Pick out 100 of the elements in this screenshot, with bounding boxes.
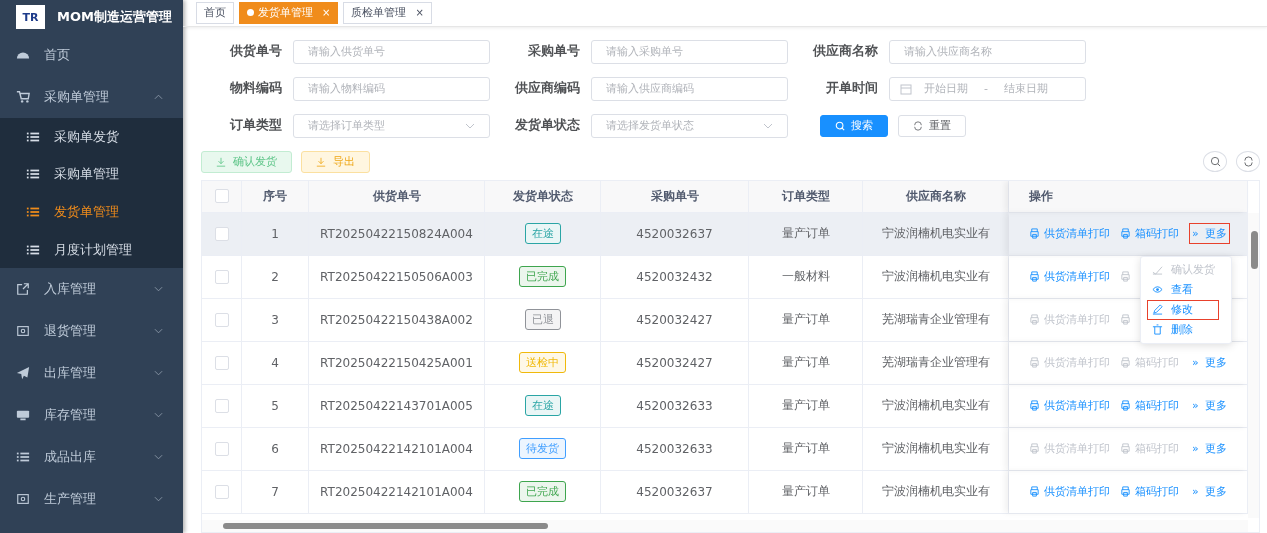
printer-icon xyxy=(1120,400,1131,412)
external-link-icon xyxy=(16,282,30,297)
scrollbar[interactable] xyxy=(202,520,1248,532)
more-link[interactable]: » 更多 xyxy=(1189,481,1230,503)
scrollbar-thumb[interactable] xyxy=(223,523,548,529)
check-icon xyxy=(1152,264,1163,276)
action-link[interactable]: 供货清单打印 xyxy=(1029,398,1110,414)
close-icon[interactable]: × xyxy=(415,7,424,19)
checkbox[interactable] xyxy=(214,355,229,370)
more-link[interactable]: » 更多 xyxy=(1189,438,1230,460)
checkbox[interactable] xyxy=(214,441,229,456)
input-field[interactable]: 请输入供货单号 xyxy=(293,39,490,64)
status-tag: 在途 xyxy=(524,395,561,417)
table-cell: RT20250422142101A004 xyxy=(320,484,473,499)
table-cell: RT20250422150506A003 xyxy=(320,269,473,284)
printer-icon xyxy=(1029,443,1040,455)
submenu-item[interactable]: 发货单管理 xyxy=(0,193,183,231)
table-cell: RT20250422150824A004 xyxy=(320,226,473,241)
more-link[interactable]: » 更多 xyxy=(1189,395,1230,417)
tab[interactable]: 首页 xyxy=(196,1,234,24)
input-field[interactable]: 请输入采购单号 xyxy=(591,39,788,64)
calendar-icon xyxy=(900,82,912,95)
double-chevron-icon: » xyxy=(1192,227,1199,241)
toolbar-button[interactable]: 确认发货 xyxy=(201,150,292,173)
action-link[interactable]: 箱码打印 xyxy=(1120,484,1179,500)
reset-button[interactable]: 重置 xyxy=(898,114,966,137)
input-field[interactable]: 请输入供应商名称 xyxy=(889,39,1086,64)
input-field[interactable]: 请输入供应商编码 xyxy=(591,76,788,101)
action-link[interactable]: 供货清单打印 xyxy=(1029,484,1110,500)
select-field[interactable]: 请选择订单类型 xyxy=(293,113,490,138)
menu-item[interactable]: 修改 xyxy=(1147,299,1219,320)
action-link[interactable]: 箱码打印 xyxy=(1120,226,1179,242)
more-link[interactable]: » 更多 xyxy=(1189,223,1230,245)
scrollbar[interactable] xyxy=(1248,212,1259,518)
table-row[interactable]: 5 RT20250422143701A005 在途 4520032633 量产订单 宁波润楠机电实业有 供货清单打印 箱码打印 » 更多 xyxy=(202,384,1248,428)
refresh-icon xyxy=(913,120,923,131)
cart-icon xyxy=(16,90,30,104)
select-field[interactable]: 请选择发货单状态 xyxy=(591,113,788,138)
checkbox[interactable] xyxy=(214,484,229,499)
box-icon xyxy=(16,492,30,507)
submenu-item[interactable]: 月度计划管理 xyxy=(0,230,183,269)
action-link[interactable]: 箱码打印 xyxy=(1120,398,1179,414)
date-range-field[interactable]: 开始日期 - 结束日期 xyxy=(889,76,1086,101)
menu-item[interactable]: 生产管理 xyxy=(0,478,183,521)
double-chevron-icon: » xyxy=(1192,442,1199,456)
action-link[interactable]: 供货清单打印 xyxy=(1029,269,1110,285)
eye-icon xyxy=(1152,284,1163,296)
status-tag: 已完成 xyxy=(519,481,566,503)
status-tag: 送检中 xyxy=(519,352,566,374)
menu-item[interactable]: 采购单管理 xyxy=(0,76,183,118)
table-cell: 1 xyxy=(271,226,279,241)
menu-item[interactable]: 首页 xyxy=(0,34,183,76)
menu-item[interactable]: 退货管理 xyxy=(0,310,183,353)
table-cell: 4520032427 xyxy=(636,312,713,327)
table-row[interactable]: 1 RT20250422150824A004 在途 4520032637 量产订单 宁波润楠机电实业有 供货清单打印 箱码打印 » 更多 xyxy=(202,212,1248,256)
search-button[interactable]: 搜索 xyxy=(820,114,888,137)
field-label: 开单时间 xyxy=(825,80,878,98)
menu-item[interactable]: 成品出库 xyxy=(0,436,183,479)
printer-icon xyxy=(1029,271,1040,283)
column-header: 发货单状态 xyxy=(512,187,573,205)
search-button[interactable] xyxy=(1203,151,1227,173)
table-cell: 宁波润楠机电实业有 xyxy=(881,225,990,243)
menu-item[interactable]: 查看 xyxy=(1147,279,1219,300)
download-icon xyxy=(316,156,326,167)
refresh-button[interactable] xyxy=(1236,151,1260,173)
search-icon xyxy=(1209,156,1221,168)
download-icon xyxy=(216,156,226,167)
checkbox[interactable] xyxy=(214,398,229,413)
table-cell: 芜湖瑞青企业管理有 xyxy=(881,354,990,372)
tab[interactable]: 质检单管理 × xyxy=(343,1,432,24)
field-label: 发货单状态 xyxy=(514,117,580,135)
table-cell: 4520032637 xyxy=(636,484,713,499)
submenu-item[interactable]: 采购单发货 xyxy=(0,118,183,156)
checkbox[interactable] xyxy=(214,269,229,284)
table-cell: RT20250422142101A004 xyxy=(320,441,473,456)
field-label: 物料编码 xyxy=(229,80,282,98)
menu-item[interactable]: 入库管理 xyxy=(0,268,183,311)
input-field[interactable]: 请输入物料编码 xyxy=(293,76,490,101)
table-cell: 4520032427 xyxy=(636,355,713,370)
menu-item[interactable]: 出库管理 xyxy=(0,352,183,395)
menu-item[interactable]: 删除 xyxy=(1147,319,1219,340)
scrollbar-thumb[interactable] xyxy=(1251,230,1258,269)
tab[interactable]: 发货单管理 × xyxy=(239,1,339,24)
checkbox[interactable] xyxy=(214,226,229,241)
table-cell: 2 xyxy=(271,269,279,284)
more-link[interactable]: » 更多 xyxy=(1189,352,1230,374)
action-link[interactable]: 供货清单打印 xyxy=(1029,226,1110,242)
checkbox[interactable] xyxy=(214,312,229,327)
toolbar-button[interactable]: 导出 xyxy=(301,150,370,173)
status-tag: 在途 xyxy=(524,223,561,245)
checkbox[interactable] xyxy=(214,189,229,204)
printer-icon xyxy=(1029,400,1040,412)
close-icon[interactable]: × xyxy=(322,7,331,19)
table-row[interactable]: 7 RT20250422142101A004 已完成 4520032637 量产订单 宁波润楠机电实业有 供货清单打印 箱码打印 » 更多 xyxy=(202,470,1248,514)
submenu-item[interactable]: 采购单管理 xyxy=(0,155,183,194)
field-label: 订单类型 xyxy=(229,117,282,135)
paper-plane-icon xyxy=(16,366,30,381)
printer-icon xyxy=(1029,486,1040,498)
search-icon xyxy=(835,120,845,131)
menu-item[interactable]: 库存管理 xyxy=(0,394,183,437)
